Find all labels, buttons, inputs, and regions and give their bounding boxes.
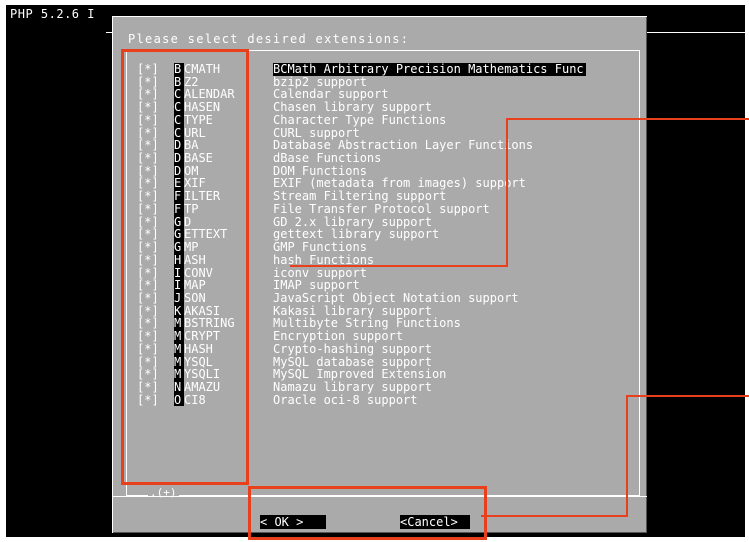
extension-name: F TP xyxy=(174,201,199,216)
extension-description: GMP Functions xyxy=(273,240,367,255)
extension-checkbox[interactable]: [*] xyxy=(137,292,173,305)
extension-description: BCMath Arbitrary Precision Mathematics F… xyxy=(273,62,586,76)
dialog-prompt: Please select desired extensions: xyxy=(128,32,410,46)
pointer-line-1b xyxy=(506,118,508,267)
pointer-line-2c xyxy=(626,395,749,397)
cancel-button[interactable]: <Cancel> xyxy=(400,515,470,529)
button-bar-divider xyxy=(112,496,647,497)
extension-name: O CI8 xyxy=(174,392,206,407)
extension-name: F ILTER xyxy=(174,189,221,204)
extension-name: M HASH xyxy=(174,341,213,356)
extension-checkbox[interactable]: [*] xyxy=(137,203,173,216)
extension-description: Character Type Functions xyxy=(273,112,447,127)
window-title: PHP 5.2.6 I xyxy=(10,7,95,21)
extension-checkbox[interactable]: [*] xyxy=(137,330,173,343)
extension-checkbox[interactable]: [*] xyxy=(137,343,173,356)
extension-name: G MP xyxy=(174,240,199,255)
button-row: < OK > <Cancel> xyxy=(112,515,647,529)
extension-name: C HASEN xyxy=(174,100,221,115)
scroll-more-indicator: .(+) xyxy=(148,486,179,499)
extension-checkbox[interactable]: [*] xyxy=(137,254,173,267)
extension-name: D BASE xyxy=(174,151,213,166)
pointer-line-1a xyxy=(290,265,508,267)
extension-name: M CRYPT xyxy=(174,329,221,344)
extension-name: J SON xyxy=(174,290,206,305)
extension-description: Stream Filtering support xyxy=(273,189,447,204)
extension-name: B CMATH xyxy=(174,62,221,76)
extension-checkbox[interactable]: [*] xyxy=(137,393,173,407)
extension-checkbox[interactable]: [*] xyxy=(137,190,173,203)
extension-name: N AMAZU xyxy=(174,379,221,394)
extension-description: Encryption support xyxy=(273,329,404,344)
pointer-line-1c xyxy=(506,118,749,120)
extension-description: dBase Functions xyxy=(273,151,382,166)
extension-description: Crypto-hashing support xyxy=(273,341,432,356)
extension-description: Oracle oci-8 support xyxy=(273,392,418,407)
extension-checkbox[interactable]: [*] xyxy=(137,114,173,127)
extension-checkbox[interactable]: [*] xyxy=(137,381,173,394)
extension-checkbox[interactable]: [*] xyxy=(137,241,173,254)
extension-name: C TYPE xyxy=(174,112,213,127)
pointer-line-2a xyxy=(481,515,628,517)
terminal-screen: PHP 5.2.6 I Please select desired extens… xyxy=(6,5,745,537)
pointer-line-2b xyxy=(626,395,628,517)
extensions-dialog: Please select desired extensions: [*] B CM… xyxy=(112,16,647,533)
extension-name: H ASH xyxy=(174,252,206,267)
extension-description: Chasen library support xyxy=(273,100,432,115)
ok-button[interactable]: < OK > xyxy=(260,515,326,529)
extension-description: File Transfer Protocol support xyxy=(273,201,490,216)
extension-checkbox[interactable]: [*] xyxy=(137,63,173,76)
extension-description: Namazu library support xyxy=(273,379,432,394)
extension-checkbox[interactable]: [*] xyxy=(137,152,173,165)
extension-description: JavaScript Object Notation support xyxy=(273,290,519,305)
extension-checkbox[interactable]: [*] xyxy=(137,101,173,114)
